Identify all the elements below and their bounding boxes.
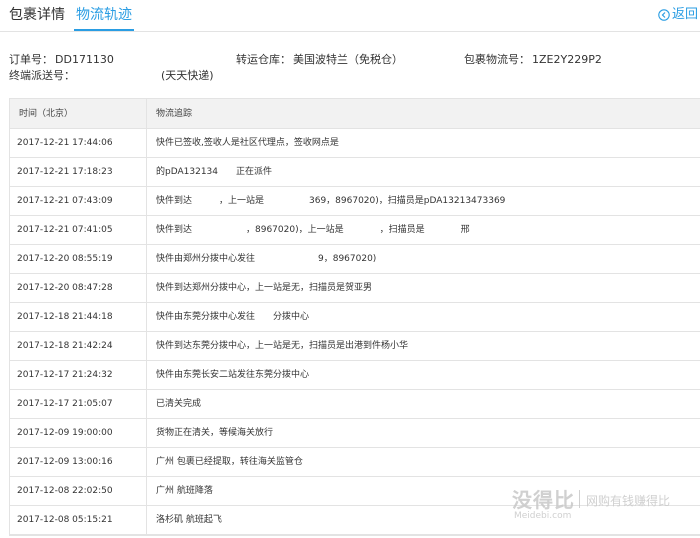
row-time: 2017-12-21 17:18:23	[10, 158, 147, 186]
watermark-domain: Meidebi.com	[514, 511, 572, 521]
table-row: 2017-12-17 21:24:32 快件由东莞长安二站发往东莞分拨中心	[10, 361, 700, 390]
header-tracking: 物流追踪	[156, 109, 193, 119]
package-tracking-number: 包裹物流号： 1ZE2Y229P2	[464, 53, 602, 66]
tab-bar: 包裹详情 物流轨迹 返回	[0, 0, 700, 32]
row-tracking-desc: 快件由东莞分拨中心发往 分拨中心	[156, 312, 310, 322]
table-row: 2017-12-18 21:44:18 快件由东莞分拨中心发往 分拨中心	[10, 303, 700, 332]
watermark-divider	[579, 490, 580, 508]
row-time: 2017-12-18 21:42:24	[10, 332, 147, 360]
row-time: 2017-12-21 07:43:09	[10, 187, 147, 215]
row-time: 2017-12-20 08:47:28	[10, 274, 147, 302]
watermark: 没得比 网购有钱赚得比 Meidebi.com	[512, 484, 700, 534]
table-row: 2017-12-21 17:18:23 的pDA132134 正在派件	[10, 158, 700, 187]
row-tracking-desc: 快件已签收,签收人是社区代理点，签收网点是	[156, 138, 339, 148]
transfer-warehouse: 转运仓库： 美国波特兰（免税仓）	[236, 53, 403, 66]
row-tracking-desc: 的pDA132134 正在派件	[156, 167, 272, 177]
row-time: 2017-12-09 13:00:16	[10, 448, 147, 476]
row-tracking-desc: 已清关完成	[156, 399, 202, 409]
row-tracking-desc: 货物正在清关，等候海关放行	[156, 428, 274, 438]
row-time: 2017-12-21 07:41:05	[10, 216, 147, 244]
row-time: 2017-12-08 05:15:21	[10, 506, 147, 534]
row-time: 2017-12-17 21:24:32	[10, 361, 147, 389]
row-tracking-desc: 快件到达东莞分拨中心，上一站是无，扫描员是出港到件杨小华	[156, 341, 409, 351]
row-time: 2017-12-09 19:00:00	[10, 419, 147, 447]
row-tracking-desc: 快件到达 ，上一站是 369，8967020)，扫描员是pDA132134733…	[156, 196, 506, 206]
table-header: 时间（北京） 物流追踪	[10, 99, 700, 129]
table-row: 2017-12-21 17:44:06 快件已签收,签收人是社区代理点，签收网点是	[10, 129, 700, 158]
row-tracking-desc: 快件到达郑州分拨中心，上一站是无，扫描员是贺亚男	[156, 283, 373, 293]
table-row: 2017-12-09 19:00:00 货物正在清关，等候海关放行	[10, 419, 700, 448]
back-arrow-icon	[658, 9, 670, 21]
tab-package-detail[interactable]: 包裹详情	[9, 6, 65, 24]
order-number: 订单号： DD171130	[9, 53, 114, 66]
row-time: 2017-12-18 21:44:18	[10, 303, 147, 331]
watermark-slogan: 网购有钱赚得比	[586, 494, 671, 508]
tracking-table: 时间（北京） 物流追踪 2017-12-21 17:44:06 快件已签收,签收人…	[9, 98, 700, 536]
dispatch-number: 终端派送号：	[9, 69, 75, 82]
watermark-logo: 没得比	[512, 488, 575, 512]
tab-logistics-tracking[interactable]: 物流轨迹	[76, 6, 132, 24]
back-button[interactable]: 返回	[658, 6, 698, 24]
carrier-name: (天天快递)	[161, 69, 214, 82]
row-time: 2017-12-20 08:55:19	[10, 245, 147, 273]
row-time: 2017-12-21 17:44:06	[10, 129, 147, 157]
table-row: 2017-12-20 08:55:19 快件由郑州分拨中心发往 9，8967020…	[10, 245, 700, 274]
header-time: 时间（北京）	[10, 99, 147, 128]
row-tracking-desc: 广州 包裹已经提取，转往海关监管仓	[156, 457, 303, 467]
table-body: 2017-12-21 17:44:06 快件已签收,签收人是社区代理点，签收网点是…	[10, 129, 700, 535]
table-row: 2017-12-20 08:47:28 快件到达郑州分拨中心，上一站是无，扫描员是…	[10, 274, 700, 303]
row-tracking-desc: 快件由东莞长安二站发往东莞分拨中心	[156, 370, 310, 380]
row-tracking-desc: 快件到达 ，8967020)，上一站是 ，扫描员是 邢	[156, 225, 470, 235]
package-info: 订单号： DD171130 转运仓库： 美国波特兰（免税仓） 包裹物流号： 1ZE2Y…	[9, 52, 699, 84]
table-row: 2017-12-09 13:00:16 广州 包裹已经提取，转往海关监管仓	[10, 448, 700, 477]
table-row: 2017-12-21 07:43:09 快件到达 ，上一站是 369，896702…	[10, 187, 700, 216]
table-row: 2017-12-21 07:41:05 快件到达 ，8967020)，上一站是 ，…	[10, 216, 700, 245]
active-tab-indicator	[74, 29, 134, 31]
back-label: 返回	[671, 7, 698, 22]
row-time: 2017-12-17 21:05:07	[10, 390, 147, 418]
table-row: 2017-12-18 21:42:24 快件到达东莞分拨中心，上一站是无，扫描员是…	[10, 332, 700, 361]
table-row: 2017-12-17 21:05:07 已清关完成	[10, 390, 700, 419]
row-time: 2017-12-08 22:02:50	[10, 477, 147, 505]
row-tracking-desc: 快件由郑州分拨中心发往 9，8967020)	[156, 254, 377, 264]
